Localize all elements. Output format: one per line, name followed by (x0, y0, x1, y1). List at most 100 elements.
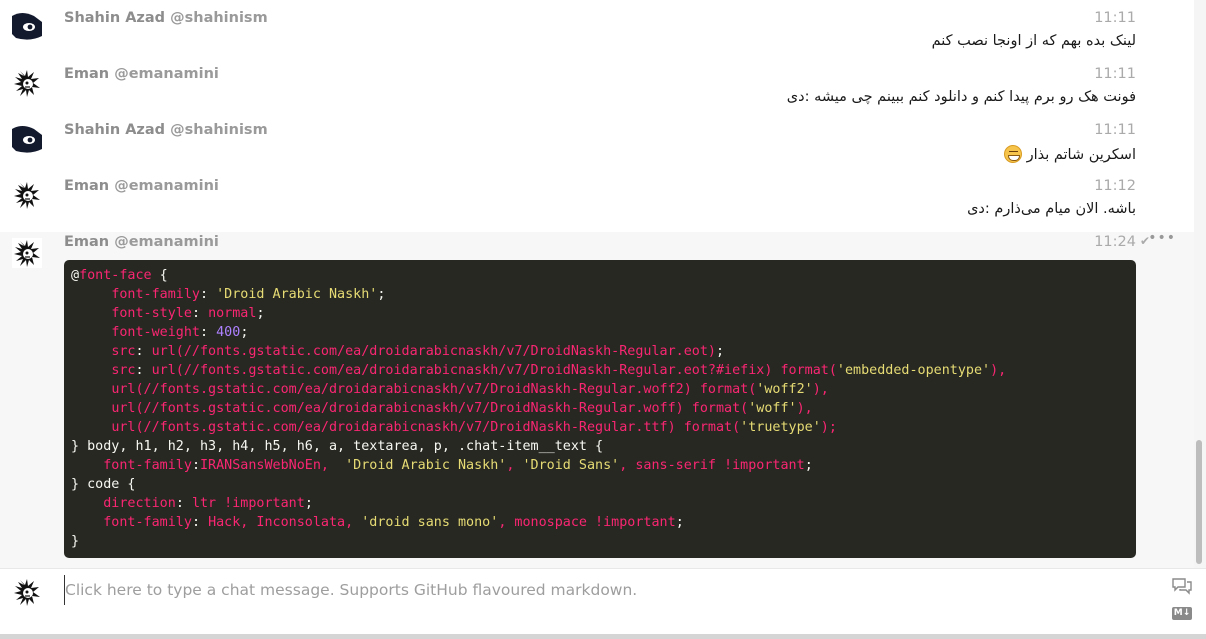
message-time[interactable]: 11:11 (1094, 66, 1136, 82)
chat-message-hovered: Eman @emanamini 11:24 ✔ ••• @font-face {… (0, 230, 1194, 568)
chat-bubbles-icon[interactable] (1172, 577, 1192, 595)
scrollbar-thumb[interactable] (1196, 440, 1202, 564)
code-token: Hack, Inconsolata, (208, 515, 362, 530)
code-token: 'droid sans mono' (361, 515, 499, 530)
more-options-icon[interactable]: ••• (1148, 230, 1176, 246)
code-token: } (71, 534, 80, 549)
scrollbar[interactable] (1194, 0, 1206, 568)
code-token: ), (990, 363, 1007, 378)
code-token: 'embedded-opentype' (836, 363, 991, 378)
message-text: فونت هک رو برم پیدا کنم و دانلود کنم ببی… (786, 89, 1136, 105)
sender-display-name[interactable]: Eman (64, 234, 109, 250)
message-text: اسکرین شاتم بذار (1003, 145, 1136, 163)
code-token: { (151, 268, 168, 283)
message-text: لینک بده بهم که از اونجا نصب کنم (931, 33, 1136, 49)
code-token: ; (304, 496, 313, 511)
code-token: font-face (79, 268, 152, 283)
code-line: url(//fonts.gstatic.com/ea/droidarabicna… (71, 380, 1129, 399)
code-token: font-weight (111, 325, 200, 340)
message-text-content: اسکرین شاتم بذار (1026, 147, 1136, 163)
code-line: font-family:IRANSansWebNoEn, 'Droid Arab… (71, 456, 1129, 475)
code-token: direction (103, 496, 176, 511)
code-token: : (200, 287, 217, 302)
message-time[interactable]: 11:11 (1094, 10, 1136, 26)
code-line: } code { (71, 475, 1129, 494)
avatar-eman[interactable] (12, 68, 42, 98)
code-line: src: url(//fonts.gstatic.com/ea/droidara… (71, 342, 1129, 361)
code-token: font-family (111, 287, 200, 302)
message-time[interactable]: 11:24 (1094, 234, 1136, 250)
code-token: : (200, 325, 217, 340)
sender-handle[interactable]: @emanamini (114, 178, 219, 194)
chat-message: Shahin Azad @shahinism 11:11 اسکرین شاتم… (0, 112, 1194, 168)
sender-display-name[interactable]: Eman (64, 178, 109, 194)
sender-handle[interactable]: @emanamini (114, 234, 219, 250)
sender-handle[interactable]: @shahinism (170, 10, 268, 26)
markdown-icon[interactable]: M↓ (1172, 607, 1192, 620)
code-token: : (135, 363, 152, 378)
code-token: normal (208, 306, 257, 321)
code-token: url(//fonts.gstatic.com/ea/droidarabicna… (151, 344, 716, 359)
code-token: ; (377, 287, 386, 302)
sender-handle[interactable]: @shahinism (170, 122, 268, 138)
code-token: ), (812, 382, 829, 397)
code-token: 'truetype' (740, 420, 821, 435)
code-token: 'woff' (748, 401, 797, 416)
sender-name[interactable]: Eman @emanamini (64, 234, 219, 250)
code-token: : (191, 515, 209, 530)
message-text: باشه. الان میام می‌ذارم :دی (967, 201, 1136, 217)
avatar-eman[interactable] (12, 180, 42, 210)
code-line: direction: ltr !important; (71, 494, 1129, 513)
sender-name[interactable]: Eman @emanamini (64, 178, 219, 194)
avatar-eman[interactable] (12, 238, 42, 268)
sender-name[interactable]: Shahin Azad @shahinism (64, 10, 268, 26)
code-block: @font-face { font-family: 'Droid Arabic … (64, 260, 1136, 558)
avatar-shahin[interactable] (12, 125, 42, 155)
code-token: font-family (103, 458, 192, 473)
code-token: url(//fonts.gstatic.com/ea/droidarabicna… (151, 363, 837, 378)
sender-handle[interactable]: @emanamini (114, 66, 219, 82)
sender-display-name[interactable]: Eman (64, 66, 109, 82)
code-line: src: url(//fonts.gstatic.com/ea/droidara… (71, 361, 1129, 380)
code-token: : (135, 344, 152, 359)
avatar-shahin[interactable] (12, 12, 42, 42)
sender-display-name[interactable]: Shahin Azad (64, 10, 165, 26)
chat-message-input[interactable] (64, 575, 1145, 605)
code-line: @font-face { (71, 266, 1129, 285)
code-token: ; (804, 458, 813, 473)
code-token: } body, h1, h2, h3, h4, h5, h6, a, texta… (71, 439, 604, 454)
code-token: src (111, 344, 136, 359)
code-token: 'Droid Arabic Naskh' (216, 287, 378, 302)
code-token: : (191, 306, 209, 321)
code-line: font-family: 'Droid Arabic Naskh'; (71, 285, 1129, 304)
code-token: , sans-serif !important (619, 458, 805, 473)
chat-message: Eman @emanamini 11:12 باشه. الان میام می… (0, 168, 1194, 232)
code-token: url(//fonts.gstatic.com/ea/droidarabicna… (111, 401, 749, 416)
code-token: url(//fonts.gstatic.com/ea/droidarabicna… (111, 420, 741, 435)
code-token: 'woff2' (756, 382, 813, 397)
code-token: ; (256, 306, 265, 321)
message-time[interactable]: 11:12 (1094, 178, 1136, 194)
code-token: src (111, 363, 136, 378)
chat-history[interactable]: Shahin Azad @shahinism 11:11 لینک بده به… (0, 0, 1194, 568)
message-time[interactable]: 11:11 (1094, 122, 1136, 138)
code-token: 'Droid Sans' (522, 458, 620, 473)
code-line: font-family: Hack, Inconsolata, 'droid s… (71, 513, 1129, 532)
code-token: } code { (71, 477, 136, 492)
sender-name[interactable]: Eman @emanamini (64, 66, 219, 82)
code-line: url(//fonts.gstatic.com/ea/droidarabicna… (71, 399, 1129, 418)
code-line: url(//fonts.gstatic.com/ea/droidarabicna… (71, 418, 1129, 437)
code-token: url(//fonts.gstatic.com/ea/droidarabicna… (111, 382, 757, 397)
sender-name[interactable]: Shahin Azad @shahinism (64, 122, 268, 138)
grinning-face-icon (1003, 145, 1022, 163)
bottom-border (0, 634, 1206, 639)
sender-display-name[interactable]: Shahin Azad (64, 122, 165, 138)
